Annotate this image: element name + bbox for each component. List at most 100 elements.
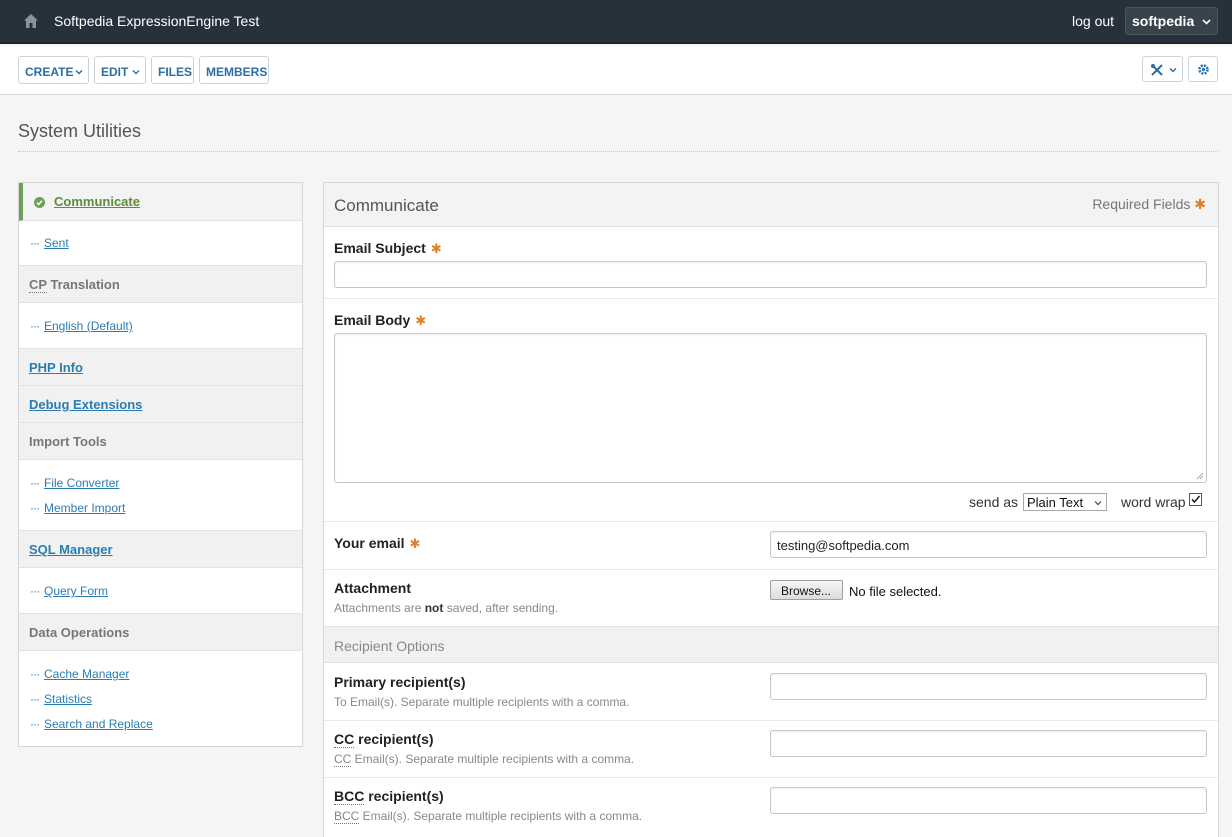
sidebar-item-label: English (Default) (44, 319, 133, 333)
sidebar-item-label: Sent (44, 236, 69, 250)
bullet-dots: ··· (30, 717, 40, 731)
cc-recipients-label: CC recipient(s) (334, 731, 434, 748)
chevron-down-icon (1169, 68, 1177, 73)
utilities-sidebar: Communicate ··· Sent CP Translation ··· En… (18, 182, 303, 747)
cc-recipients-note: CC Email(s). Separate multiple recipient… (334, 752, 635, 767)
send-as-value: Plain Text (1027, 495, 1084, 510)
recipient-options-header: Recipient Options (324, 626, 1218, 663)
bullet-dots: ··· (30, 319, 40, 333)
send-as-label: send as (969, 494, 1019, 510)
cc-recipients-input[interactable] (770, 730, 1207, 757)
form-title: Communicate (334, 196, 439, 215)
sidebar-item-debug-extensions[interactable]: Debug Extensions (19, 385, 302, 423)
email-subject-label: Email Subject ✱ (334, 240, 442, 256)
gear-icon (1198, 64, 1209, 75)
user-name: softpedia (1132, 13, 1195, 29)
bullet-dots: ··· (30, 667, 40, 681)
required-star-icon: ✱ (409, 536, 421, 551)
sidebar-item-label: Search and Replace (44, 717, 153, 731)
files-label: FILES (158, 65, 193, 79)
sidebar-item-communicate[interactable]: Communicate (19, 183, 302, 221)
sidebar-heading-data-operations: Data Operations (19, 613, 302, 651)
sidebar-heading-import-tools: Import Tools (19, 422, 302, 460)
sidebar-item-label: Query Form (44, 584, 109, 598)
form-header: Communicate Required Fields ✱ (324, 183, 1218, 227)
bcc-recipients-label: BCC recipient(s) (334, 788, 444, 805)
sidebar-item-file-converter[interactable]: ··· File Converter (30, 476, 119, 490)
sidebar-item-label: Statistics (44, 692, 93, 706)
sidebar-item-php-info[interactable]: PHP Info (19, 348, 302, 386)
home-icon[interactable] (22, 12, 40, 30)
create-menu-button[interactable]: CREATE (18, 56, 89, 84)
bullet-dots: ··· (30, 501, 40, 515)
bullet-dots: ··· (30, 476, 40, 490)
bullet-dots: ··· (30, 236, 40, 250)
sidebar-item-member-import[interactable]: ··· Member Import (30, 501, 125, 515)
sidebar-item-label: File Converter (44, 476, 120, 490)
row-divider (324, 298, 1218, 299)
main-toolbar: CREATE EDIT FILES MEMBERS (0, 46, 1232, 95)
tools-menu-button[interactable] (1142, 56, 1183, 82)
members-label: MEMBERS (206, 65, 268, 79)
site-title[interactable]: Softpedia ExpressionEngine Test (54, 13, 259, 29)
chevron-down-icon (1094, 501, 1102, 506)
sidebar-item-label: Debug Extensions (29, 397, 143, 412)
chevron-down-icon (75, 70, 83, 75)
sidebar-heading-cp-translation: CP Translation (19, 265, 302, 303)
sidebar-item-english[interactable]: ··· English (Default) (30, 319, 133, 333)
page-title: System Utilities (18, 121, 142, 141)
word-wrap-checkbox[interactable] (1189, 493, 1202, 506)
primary-recipients-input[interactable] (770, 673, 1207, 700)
sidebar-item-query-form[interactable]: ··· Query Form (30, 584, 108, 598)
your-email-label: Your email ✱ (334, 535, 421, 551)
settings-button[interactable] (1188, 56, 1218, 82)
attachment-note: Attachments are not saved, after sending… (334, 601, 559, 615)
required-fields-note: Required Fields ✱ (1092, 196, 1206, 212)
bcc-recipients-input[interactable] (770, 787, 1207, 814)
primary-recipients-label: Primary recipient(s) (334, 674, 466, 690)
chevron-down-icon (1202, 19, 1211, 25)
sidebar-item-sent[interactable]: ··· Sent (30, 236, 69, 250)
sidebar-heading-label: Import Tools (29, 434, 107, 449)
edit-menu-button[interactable]: EDIT (94, 56, 146, 84)
bcc-recipients-note: BCC Email(s). Separate multiple recipien… (334, 809, 643, 824)
check-circle-icon (34, 197, 45, 208)
files-button[interactable]: FILES (151, 56, 194, 84)
word-wrap-label: word wrap (1121, 494, 1186, 510)
bullet-dots: ··· (30, 584, 40, 598)
logout-link[interactable]: log out (1072, 13, 1114, 29)
resize-handle-icon[interactable] (1196, 472, 1204, 480)
sidebar-item-label: PHP Info (29, 360, 83, 375)
sidebar-item-search-replace[interactable]: ··· Search and Replace (30, 717, 153, 731)
sidebar-item-statistics[interactable]: ··· Statistics (30, 692, 92, 706)
row-divider (324, 777, 1218, 778)
email-body-label: Email Body ✱ (334, 312, 427, 328)
sidebar-item-sql-manager[interactable]: SQL Manager (19, 530, 302, 568)
top-bar: Softpedia ExpressionEngine Test log out … (0, 0, 1232, 44)
create-label: CREATE (25, 65, 74, 79)
sidebar-item-label: Member Import (44, 501, 126, 515)
tools-icon (1151, 64, 1163, 76)
row-divider (324, 521, 1218, 522)
communicate-form: Communicate Required Fields ✱ Email Subj… (323, 182, 1219, 837)
section-title: Recipient Options (334, 638, 445, 654)
email-subject-input[interactable] (334, 261, 1207, 288)
browse-button[interactable]: Browse... (770, 580, 843, 600)
row-divider (324, 720, 1218, 721)
checkbox-checked-icon (1191, 495, 1201, 504)
sidebar-item-label: Communicate (54, 194, 140, 209)
sidebar-item-cache-manager[interactable]: ··· Cache Manager (30, 667, 129, 681)
email-body-textarea[interactable] (334, 333, 1207, 483)
your-email-input[interactable]: testing@softpedia.com (770, 531, 1207, 558)
sidebar-item-label: SQL Manager (29, 542, 113, 557)
row-divider (324, 569, 1218, 570)
required-star-icon: ✱ (1194, 196, 1206, 212)
attachment-label: Attachment (334, 580, 412, 596)
sidebar-heading-label: CP Translation (29, 277, 120, 293)
required-star-icon: ✱ (430, 241, 442, 256)
sidebar-item-label: Cache Manager (44, 667, 130, 681)
send-as-select[interactable]: Plain Text (1023, 493, 1107, 511)
title-divider (18, 151, 1218, 152)
members-button[interactable]: MEMBERS (199, 56, 269, 84)
user-menu-button[interactable]: softpedia (1125, 7, 1218, 35)
